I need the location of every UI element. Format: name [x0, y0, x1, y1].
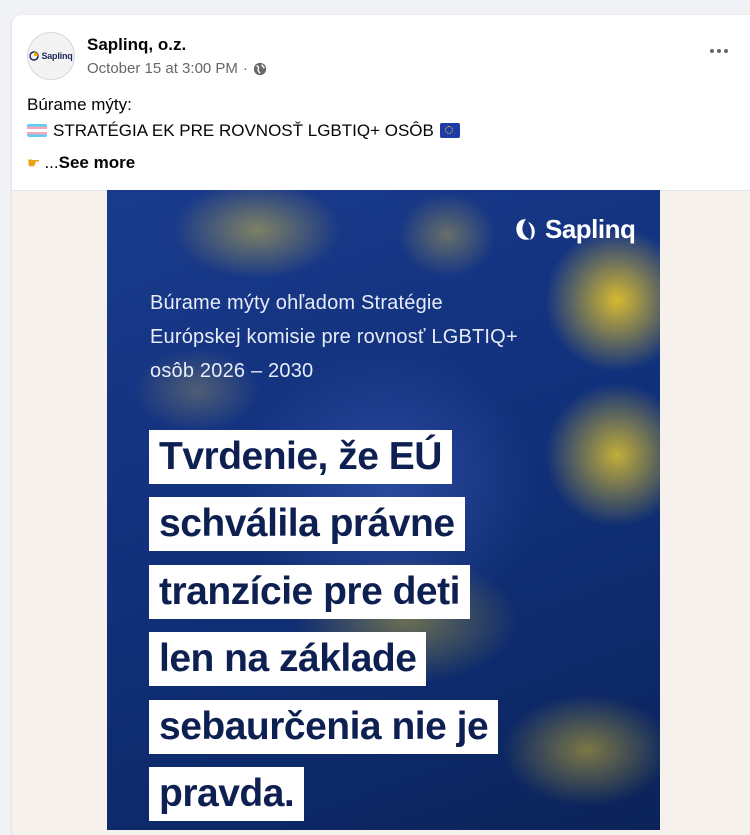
saplinq-logo-icon: [29, 51, 40, 61]
poster-subtitle: Búrame mýty ohľadom Stratégie Európskej …: [150, 286, 620, 388]
headline-line: schválila právne: [149, 497, 465, 551]
saplinq-logo-icon: [516, 218, 535, 240]
poster-logo-text: Saplinq: [545, 214, 636, 244]
meta-separator: ·: [242, 60, 248, 77]
subtitle-line: osôb 2026 – 2030: [150, 360, 314, 382]
see-more-row: ☛ ...See more: [27, 153, 135, 173]
more-options-button[interactable]: [704, 41, 734, 61]
eu-flag-icon: [439, 123, 460, 138]
subtitle-line: Búrame mýty ohľadom Stratégie: [150, 292, 443, 314]
headline-line: Tvrdenie, že EÚ: [149, 430, 452, 484]
avatar-label: Saplinq: [41, 51, 73, 61]
see-more-button[interactable]: See more: [59, 153, 136, 172]
post-text-line-1: Búrame mýty:: [27, 95, 132, 114]
avatar[interactable]: Saplinq: [27, 32, 75, 80]
poster-logo: Saplinq: [512, 214, 636, 245]
author-name[interactable]: Saplinq, o.z.: [87, 35, 186, 55]
post-timestamp[interactable]: October 15 at 3:00 PM: [87, 60, 238, 77]
headline-line: sebaurčenia nie je: [149, 700, 499, 754]
post-meta: October 15 at 3:00 PM ·: [87, 60, 267, 77]
globe-icon[interactable]: [253, 62, 267, 76]
transgender-flag-icon: [27, 124, 47, 137]
subtitle-line: Európskej komisie pre rovnosť LGBTIQ+: [150, 326, 518, 348]
more-horizontal-icon: [710, 49, 714, 53]
ellipsis: ...: [44, 153, 59, 172]
pointing-hand-icon: ☛: [27, 155, 41, 172]
post-image[interactable]: Saplinq Búrame mýty ohľadom Stratégie Eu…: [107, 190, 660, 830]
headline-line: len na základe: [149, 632, 427, 686]
post-card: Saplinq Saplinq, o.z. October 15 at 3:00…: [12, 15, 750, 835]
post-text-strategy: STRATÉGIA EK PRE ROVNOSŤ LGBTIQ+ OSÔB: [53, 121, 434, 140]
post-text-line-2: STRATÉGIA EK PRE ROVNOSŤ LGBTIQ+ OSÔB: [27, 121, 460, 141]
headline-line: pravda.: [149, 767, 305, 821]
headline-line: tranzície pre deti: [149, 565, 470, 619]
